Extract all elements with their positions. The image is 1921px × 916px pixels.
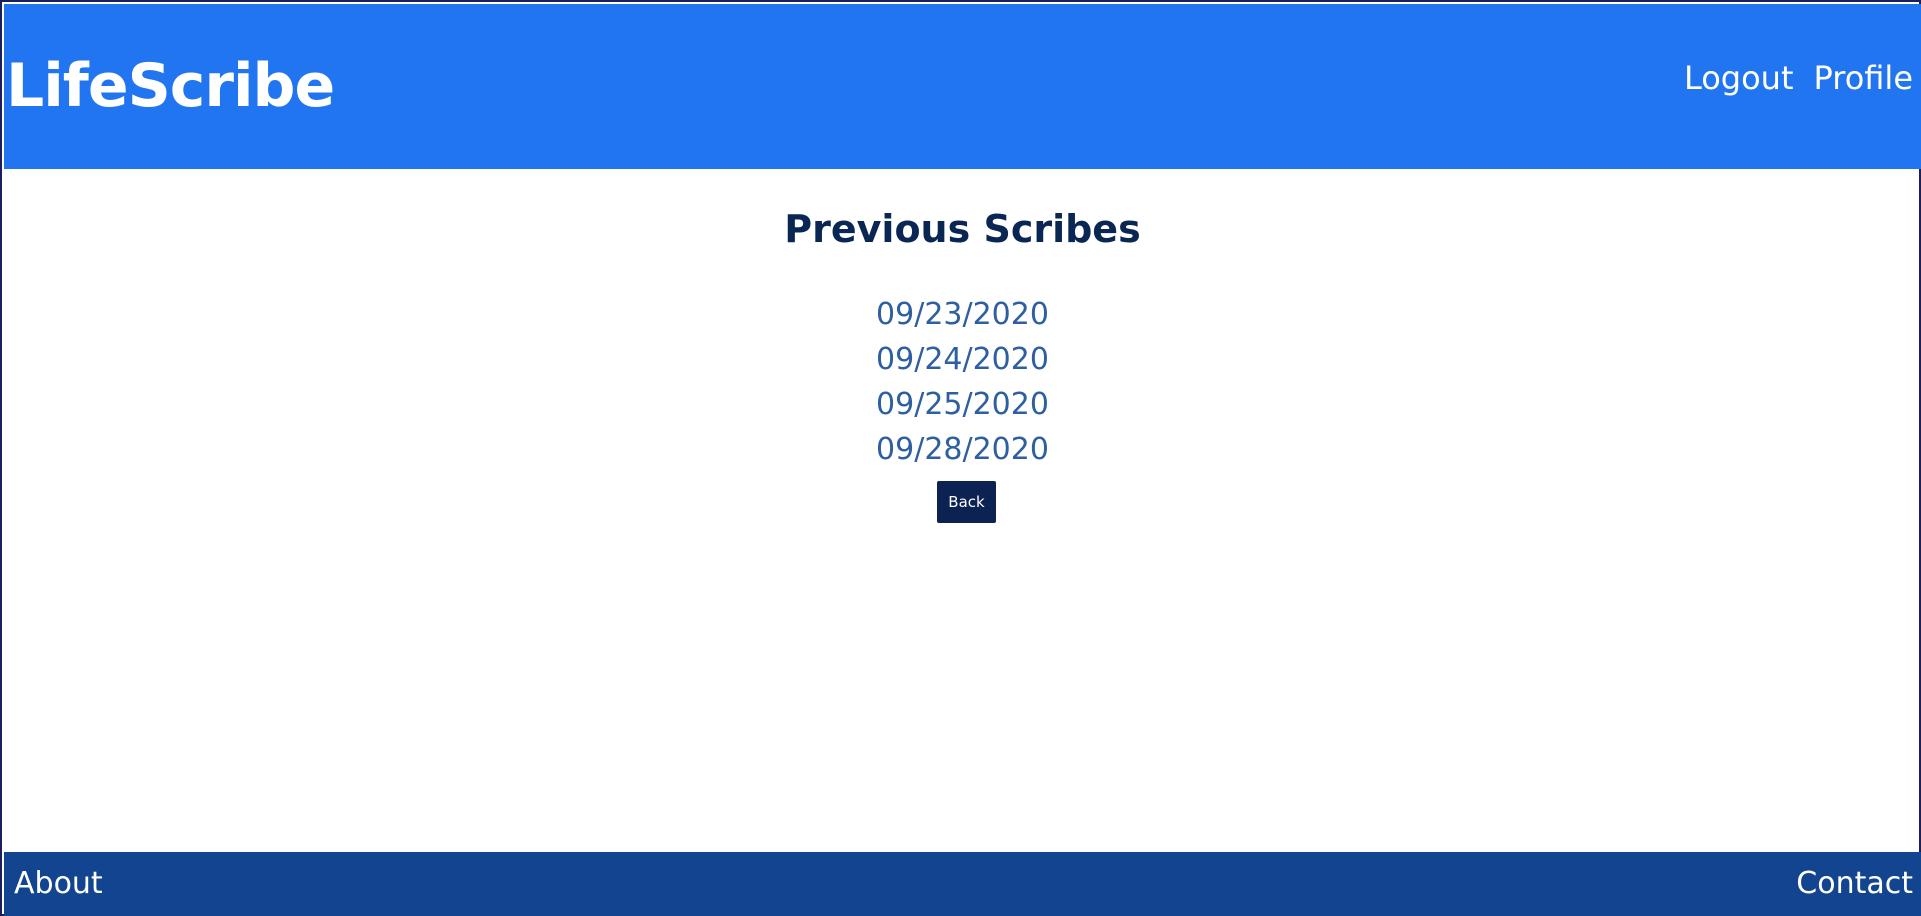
about-link[interactable]: About: [14, 864, 103, 904]
header-bar: LifeScribe Logout Profile: [4, 4, 1921, 169]
footer-bar: About Contact: [4, 852, 1921, 916]
scribe-date-link[interactable]: 09/23/2020: [2, 292, 1921, 337]
contact-link[interactable]: Contact: [1796, 864, 1913, 904]
brand-logo[interactable]: LifeScribe: [6, 50, 335, 122]
scribe-date-link[interactable]: 09/25/2020: [2, 382, 1921, 427]
page-frame: LifeScribe Logout Profile Previous Scrib…: [0, 0, 1921, 916]
profile-link[interactable]: Profile: [1814, 58, 1914, 98]
scribe-date-link[interactable]: 09/28/2020: [2, 427, 1921, 472]
logout-link[interactable]: Logout: [1684, 58, 1794, 98]
scribe-date-list: 09/23/2020 09/24/2020 09/25/2020 09/28/2…: [2, 292, 1921, 472]
page-title: Previous Scribes: [784, 207, 1141, 251]
scribe-date-link[interactable]: 09/24/2020: [2, 337, 1921, 382]
top-nav: Logout Profile: [1684, 58, 1913, 98]
back-button[interactable]: Back: [937, 481, 996, 523]
